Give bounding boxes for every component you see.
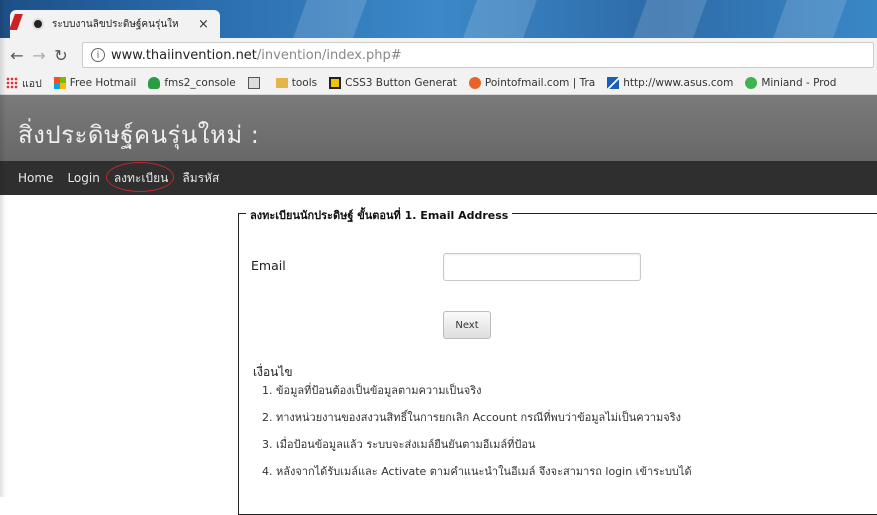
condition-item: 3. เมื่อป้อนข้อมูลแล้ว ระบบจะส่งเมล์ยืนย… — [262, 438, 536, 451]
reload-icon[interactable]: ↻ — [50, 46, 72, 65]
asus-icon — [607, 77, 620, 89]
person-icon — [148, 77, 161, 89]
tab-strip: ระบบงานลิขประดิษฐ์คนรุ่นให × — [0, 0, 877, 38]
next-button[interactable]: Next — [443, 311, 491, 339]
bookmark-css3-button[interactable]: CSS3 Button Generat — [329, 77, 457, 89]
bookmark-hotmail[interactable]: Free Hotmail — [53, 77, 137, 89]
bookmark-label: Free Hotmail — [69, 77, 137, 89]
nav-register[interactable]: ลงทะเบียน — [105, 161, 174, 192]
navigation-bar: ← → ↻ i www.thaiinvention.net/invention/… — [0, 38, 877, 72]
url-path: /invention/index.php# — [256, 47, 402, 63]
bookmark-miniand[interactable]: Miniand - Prod — [745, 77, 836, 89]
bookmark-fms2-console[interactable]: fms2_console — [148, 77, 236, 89]
bookmark-label: แอป — [22, 77, 42, 90]
window-shadow — [0, 0, 6, 497]
site-title: สิ่งประดิษฐ์คนรุ่นใหม่ : — [18, 121, 260, 149]
nav-home[interactable]: Home — [18, 171, 53, 185]
condition-item: 4. หลังจากได้รับเมล์และ Activate ตามคำแน… — [262, 465, 692, 478]
circle-icon — [468, 77, 481, 89]
bookmarks-bar: แอป Free Hotmail fms2_console tools CSS3… — [0, 72, 877, 95]
bookmark-label: http://www.asus.com — [623, 77, 734, 89]
email-label: Email — [251, 258, 286, 273]
browser-tab[interactable]: ระบบงานลิขประดิษฐ์คนรุ่นให × — [9, 10, 220, 38]
info-icon[interactable]: i — [91, 48, 105, 62]
nav-forgot-password[interactable]: ลืมรหัส — [182, 169, 219, 188]
bookmark-asus[interactable]: http://www.asus.com — [607, 77, 733, 89]
back-arrow-icon[interactable]: ← — [6, 46, 28, 65]
tab-close-icon[interactable]: × — [198, 17, 209, 32]
url-host: www.thaiinvention.net — [111, 47, 257, 63]
bookmark-icon — [247, 77, 260, 89]
condition-item: 1. ข้อมูลที่ป้อนต้องเป็นข้อมูลตามความเป็… — [262, 384, 482, 397]
bookmark-pointofmail[interactable]: Pointofmail.com | Tra — [468, 77, 596, 89]
bookmark-label: Miniand - Prod — [761, 77, 837, 89]
conditions-list: 1. ข้อมูลที่ป้อนต้องเป็นข้อมูลตามความเป็… — [262, 382, 692, 490]
conditions-title: เงื่อนไข — [253, 365, 293, 379]
bookmark-label: fms2_console — [164, 77, 236, 89]
bookmark-label: CSS3 Button Generat — [345, 77, 457, 89]
windows-icon — [53, 77, 66, 89]
browser-window: ระบบงานลิขประดิษฐ์คนรุ่นให × ← → ↻ i www… — [0, 0, 877, 515]
bookmark-apps[interactable]: แอป — [0, 75, 42, 92]
tab-edge-mark — [9, 14, 23, 30]
css-icon — [329, 77, 342, 89]
fieldset-legend: ลงทะเบียนนักประดิษฐ์ ขั้นตอนที่ 1. Email… — [246, 206, 513, 224]
address-bar[interactable]: i www.thaiinvention.net/invention/index.… — [82, 42, 874, 68]
folder-icon — [275, 78, 288, 88]
site-favicon-icon — [32, 18, 44, 30]
bookmark-unnamed[interactable] — [247, 77, 264, 89]
bookmark-tools[interactable]: tools — [275, 77, 318, 89]
tab-title: ระบบงานลิขประดิษฐ์คนรุ่นให — [52, 18, 179, 30]
forward-arrow-icon[interactable]: → — [28, 46, 50, 65]
apps-icon — [6, 77, 18, 89]
bookmark-label: Pointofmail.com | Tra — [484, 77, 596, 89]
email-field[interactable] — [443, 253, 641, 281]
dot-icon — [745, 77, 758, 89]
nav-login[interactable]: Login — [67, 171, 99, 185]
site-header: สิ่งประดิษฐ์คนรุ่นใหม่ : — [0, 95, 877, 161]
bookmark-label: tools — [291, 77, 318, 89]
condition-item: 2. ทางหน่วยงานของสงวนสิทธิ์ในการยกเลิก A… — [262, 411, 681, 424]
site-nav: Home Login ลงทะเบียน ลืมรหัส — [0, 161, 877, 195]
